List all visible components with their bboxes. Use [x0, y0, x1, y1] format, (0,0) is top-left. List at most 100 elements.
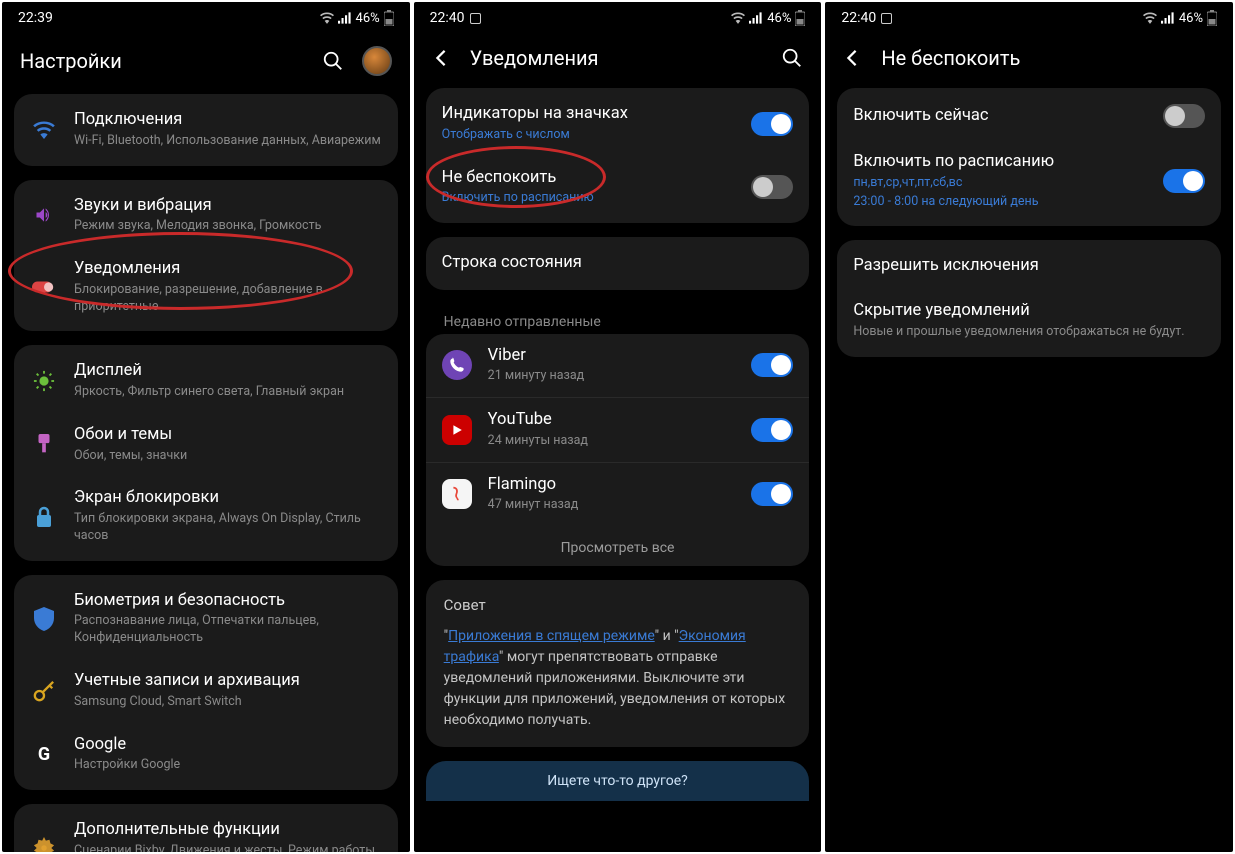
header: Настройки [2, 32, 410, 94]
row-sub: Wi-Fi, Bluetooth, Использование данных, … [74, 133, 382, 150]
settings-row-connections[interactable]: Подключения Wi-Fi, Bluetooth, Использова… [14, 98, 398, 162]
row-title: Индикаторы на значках [442, 104, 736, 125]
row-sub: Распознавание лица, Отпечатки пальцев, К… [74, 613, 382, 647]
row-title: Экран блокировки [74, 488, 382, 509]
back-icon[interactable] [432, 49, 450, 67]
google-icon: G [38, 744, 50, 765]
row-title: Биометрия и безопасность [74, 591, 382, 612]
settings-row-display[interactable]: Дисплей Яркость, Фильтр синего света, Гл… [14, 349, 398, 413]
row-title: Включить по расписанию [853, 152, 1147, 173]
tip-body: "Приложения в спящем режиме" и "Экономия… [444, 626, 792, 731]
settings-row-wallpaper[interactable]: Обои и темы Обои, темы, значки [14, 413, 398, 477]
lock-icon [35, 506, 53, 528]
settings-group: Дисплей Яркость, Фильтр синего света, Гл… [14, 345, 398, 560]
screenshot-icon [881, 13, 892, 24]
battery-icon [795, 10, 805, 26]
settings-row-biometrics[interactable]: Биометрия и безопасность Распознавание л… [14, 579, 398, 659]
row-sub: Включить по расписанию [442, 190, 736, 207]
status-right: 46% [731, 10, 805, 26]
tip-title: Совет [444, 596, 792, 614]
row-sub: Сценарии Bixby, Движения и жесты, Режим … [74, 843, 382, 852]
dnd-group: Разрешить исключения Скрытие уведомлений… [837, 240, 1221, 356]
status-time: 22:40 [841, 10, 876, 26]
row-title: Подключения [74, 110, 382, 131]
row-sub: Блокирование, разрешение, добавление в п… [74, 282, 382, 316]
settings-row-google[interactable]: G Google Настройки Google [14, 723, 398, 787]
signal-icon [1161, 12, 1175, 24]
app-time: 24 минуты назад [488, 433, 736, 450]
toggle-switch[interactable] [1163, 104, 1205, 128]
app-time: 47 минут назад [488, 497, 736, 514]
settings-row-advanced[interactable]: Дополнительные функции Сценарии Bixby, Д… [14, 808, 398, 852]
app-name: Flamingo [488, 475, 736, 496]
toggle-switch[interactable] [751, 112, 793, 136]
row-title: Учетные записи и архивация [74, 671, 382, 692]
status-bar: 22:40 46% [825, 2, 1233, 32]
signal-icon [338, 12, 352, 24]
row-sub: Samsung Cloud, Smart Switch [74, 694, 382, 711]
settings-row-accounts[interactable]: Учетные записи и архивация Samsung Cloud… [14, 659, 398, 723]
row-badges[interactable]: Индикаторы на значках Отображать с число… [426, 92, 810, 156]
toggle-switch[interactable] [1163, 169, 1205, 193]
row-enable-now[interactable]: Включить сейчас [837, 92, 1221, 140]
wifi-icon [33, 121, 55, 139]
recent-apps: Viber 21 минуту назад YouTube 24 минуты … [426, 334, 810, 567]
status-bar: 22:39 46% [2, 2, 410, 32]
row-schedule[interactable]: Включить по расписанию пн,вт,ср,чт,пт,сб… [837, 140, 1221, 222]
app-row[interactable]: Viber 21 минуту назад [426, 334, 810, 398]
app-row[interactable]: Flamingo 47 минут назад [426, 462, 810, 527]
settings-row-lockscreen[interactable]: Экран блокировки Тип блокировки экрана, … [14, 476, 398, 556]
notification-group: Строка состояния [426, 237, 810, 290]
row-statusbar[interactable]: Строка состояния [426, 241, 810, 286]
row-title: Включить сейчас [853, 106, 1147, 127]
status-battery: 46% [1179, 11, 1203, 26]
toggle-switch[interactable] [751, 482, 793, 506]
search-icon[interactable] [781, 47, 803, 69]
tip-card: Совет "Приложения в спящем режиме" и "Эк… [426, 580, 810, 747]
row-sub: Обои, темы, значки [74, 448, 382, 465]
row-sub: пн,вт,ср,чт,пт,сб,вс [853, 175, 1147, 192]
header: Не беспокоить [825, 32, 1233, 88]
status-battery: 46% [356, 11, 380, 26]
row-sub: 23:00 - 8:00 на следующий день [853, 194, 1147, 211]
wifi-icon [731, 12, 745, 24]
toggle-switch[interactable] [751, 418, 793, 442]
app-row[interactable]: YouTube 24 минуты назад [426, 397, 810, 462]
shield-icon [34, 607, 54, 631]
toggle-switch[interactable] [751, 353, 793, 377]
page-title: Уведомления [470, 46, 599, 70]
settings-row-notifications[interactable]: Уведомления Блокирование, разрешение, до… [14, 247, 398, 327]
app-name: Viber [488, 346, 736, 367]
page-title: Не беспокоить [881, 46, 1020, 70]
tip-link[interactable]: Приложения в спящем режиме [448, 628, 655, 644]
settings-row-sounds[interactable]: Звуки и вибрация Режим звука, Мелодия зв… [14, 184, 398, 248]
screen-settings: 22:39 46% Настройки Подключения Wi-Fi, B… [2, 2, 410, 852]
row-sub: Отображать с числом [442, 127, 736, 144]
view-all-button[interactable]: Просмотреть все [426, 526, 810, 566]
brush-icon [34, 434, 54, 456]
status-bar: 22:40 46% [414, 2, 822, 32]
status-right: 46% [320, 10, 394, 26]
section-label: Недавно отправленные [426, 304, 810, 334]
status-right: 46% [1143, 10, 1217, 26]
row-sub: Тип блокировки экрана, Always On Display… [74, 511, 382, 545]
wifi-icon [320, 12, 334, 24]
search-hint[interactable]: Ищете что-то другое? [426, 761, 810, 801]
screenshot-icon [470, 13, 481, 24]
row-dnd[interactable]: Не беспокоить Включить по расписанию [426, 156, 810, 220]
screen-notifications: 22:40 46% Уведомления Индикаторы на знач… [414, 2, 822, 852]
row-hide-notifications[interactable]: Скрытие уведомлений Новые и прошлые увед… [837, 289, 1221, 353]
settings-group: Подключения Wi-Fi, Bluetooth, Использова… [14, 94, 398, 166]
toggle-switch[interactable] [751, 175, 793, 199]
app-icon-flamingo [442, 479, 472, 509]
search-icon[interactable] [322, 50, 344, 72]
row-title: Строка состояния [442, 253, 794, 274]
row-exceptions[interactable]: Разрешить исключения [837, 244, 1221, 289]
avatar[interactable] [362, 46, 392, 76]
key-icon [33, 680, 55, 702]
row-title: Уведомления [74, 259, 382, 280]
notification-group: Индикаторы на значках Отображать с число… [426, 88, 810, 223]
back-icon[interactable] [843, 49, 861, 67]
row-sub: Настройки Google [74, 757, 382, 774]
row-sub: Яркость, Фильтр синего света, Главный эк… [74, 384, 382, 401]
